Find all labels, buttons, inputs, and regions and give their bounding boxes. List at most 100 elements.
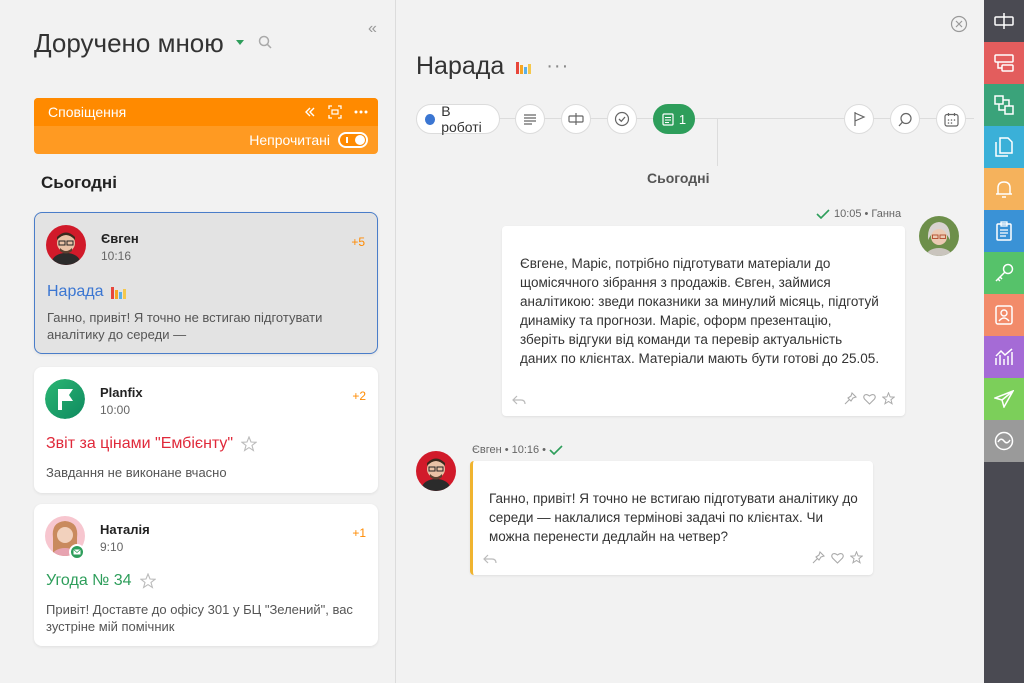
close-icon[interactable] <box>950 15 968 38</box>
chat-message: Ганно, привіт! Я точно не встигаю підгот… <box>470 461 873 575</box>
more-icon[interactable] <box>354 110 368 114</box>
calendar-button[interactable] <box>936 104 966 134</box>
reply-icon[interactable] <box>512 392 526 410</box>
key-icon <box>995 263 1014 282</box>
avatar <box>919 216 959 256</box>
tasks-icon <box>994 54 1014 72</box>
message-preview: Ганно, привіт! Я точно не встигаю підгот… <box>47 310 323 342</box>
task-link[interactable]: Звіт за цінами "Ембієнту" <box>46 435 258 453</box>
page-title[interactable]: Доручено мною <box>34 28 224 59</box>
sender-name: Євген <box>101 231 139 246</box>
unread-count-badge: +1 <box>352 526 366 540</box>
search-button[interactable] <box>890 104 920 134</box>
star-icon[interactable] <box>241 436 258 452</box>
task-heading: Нарада ··· <box>416 52 569 81</box>
status-dot <box>425 113 436 125</box>
task-panel: Нарада ··· В роботі 1 Сьогодні 10:05 • Г… <box>397 0 984 683</box>
task-link[interactable]: Угода № 34 <box>46 572 156 590</box>
sender-name: Planfix <box>100 385 143 400</box>
pin-icon[interactable] <box>812 550 826 569</box>
section-heading-today: Сьогодні <box>41 173 117 192</box>
priority-chart-icon <box>516 60 532 74</box>
avatar <box>46 225 86 265</box>
notification-card[interactable]: Євген 10:16 +5 Нарада Ганно, привіт! Я т… <box>34 212 378 354</box>
rail-item-projects[interactable] <box>984 84 1024 126</box>
message-text: Ганно, привіт! Я точно не встигаю підгот… <box>489 491 858 544</box>
rail-item-clipboard[interactable] <box>984 210 1024 252</box>
flag-icon <box>854 112 866 126</box>
scan-icon[interactable] <box>328 105 342 119</box>
unread-count-badge: +2 <box>352 389 366 403</box>
timestamp: 9:10 <box>100 540 124 554</box>
chat-day-label: Сьогодні <box>647 170 710 186</box>
task-link[interactable]: Нарада <box>47 283 127 301</box>
checklist-button[interactable] <box>607 104 637 134</box>
avatar <box>416 451 456 491</box>
heart-icon[interactable] <box>863 392 876 410</box>
status-label: В роботі <box>441 103 482 135</box>
star-icon[interactable] <box>139 573 156 589</box>
fix-icon <box>568 113 584 125</box>
rail-item-fix[interactable] <box>984 0 1024 42</box>
rail-item-contacts[interactable] <box>984 294 1024 336</box>
rail-item-send[interactable] <box>984 378 1024 420</box>
message-preview: Привіт! Доставте до офісу 301 у БЦ "Зеле… <box>46 602 353 634</box>
read-check-icon <box>816 209 830 219</box>
contacts-icon <box>995 305 1013 325</box>
list-icon <box>524 114 536 125</box>
star-icon[interactable] <box>849 550 864 569</box>
message-meta: 10:05 • Ганна <box>816 208 901 220</box>
timestamp: 10:16 <box>101 249 132 263</box>
message-preview: Завдання не виконане вчасно <box>46 465 227 480</box>
task-title[interactable]: Нарада <box>416 52 504 81</box>
message-time: 10:05 <box>834 208 862 220</box>
message-time: 10:16 <box>511 444 540 456</box>
status-button[interactable]: В роботі <box>416 103 500 135</box>
chat-count: 1 <box>678 111 687 127</box>
unread-count-badge: +5 <box>351 235 365 249</box>
clipboard-icon <box>996 221 1012 241</box>
collapse-left-icon[interactable] <box>304 106 316 118</box>
rail-item-reports[interactable] <box>984 336 1024 378</box>
more-actions-button[interactable]: ··· <box>546 55 569 78</box>
rail-item-tasks[interactable] <box>984 42 1024 84</box>
heart-icon[interactable] <box>831 551 844 569</box>
check-circle-icon <box>614 111 630 127</box>
projects-icon <box>994 95 1014 115</box>
notifications-label: Сповіщення <box>48 104 127 120</box>
task-title: Нарада <box>47 283 104 300</box>
send-icon <box>994 390 1014 408</box>
notification-card[interactable]: Planfix 10:00 +2 Звіт за цінами "Ембієнт… <box>34 367 378 493</box>
rail-item-analytics[interactable] <box>984 420 1024 462</box>
description-button[interactable] <box>515 104 545 134</box>
notification-card[interactable]: Наталія 9:10 +1 Угода № 34 Привіт! Доста… <box>34 504 378 646</box>
fix-icon <box>994 13 1014 29</box>
rail-item-documents[interactable] <box>984 126 1024 168</box>
message-author: Євген <box>472 444 502 456</box>
analytics-icon <box>994 431 1014 451</box>
pin-icon[interactable] <box>844 391 858 410</box>
rail-item-access[interactable] <box>984 252 1024 294</box>
search-icon[interactable] <box>258 35 272 54</box>
reports-icon <box>995 348 1013 365</box>
flag-button[interactable] <box>844 104 874 134</box>
chat-message: Євгене, Маріє, потрібно підготувати мате… <box>502 226 905 416</box>
unread-toggle[interactable] <box>338 132 368 148</box>
fields-button[interactable] <box>561 104 591 134</box>
bell-icon <box>996 181 1012 198</box>
task-title: Угода № 34 <box>46 572 132 589</box>
sender-name: Наталія <box>100 522 150 537</box>
chevron-down-icon[interactable] <box>236 40 244 45</box>
collapse-panel-icon[interactable]: « <box>368 20 377 38</box>
notifications-panel: Сповіщення Непрочитані <box>34 98 378 154</box>
message-text: Євгене, Маріє, потрібно підготувати мате… <box>520 256 880 366</box>
reply-icon[interactable] <box>483 551 497 569</box>
star-icon[interactable] <box>881 391 896 410</box>
priority-chart-icon <box>111 285 127 299</box>
chat-button[interactable]: 1 <box>653 104 695 134</box>
rail-item-notifications[interactable] <box>984 168 1024 210</box>
timestamp: 10:00 <box>100 403 131 417</box>
app-sidebar <box>984 0 1024 683</box>
message-meta: Євген • 10:16 • <box>472 444 563 456</box>
chat-connector <box>717 118 718 166</box>
